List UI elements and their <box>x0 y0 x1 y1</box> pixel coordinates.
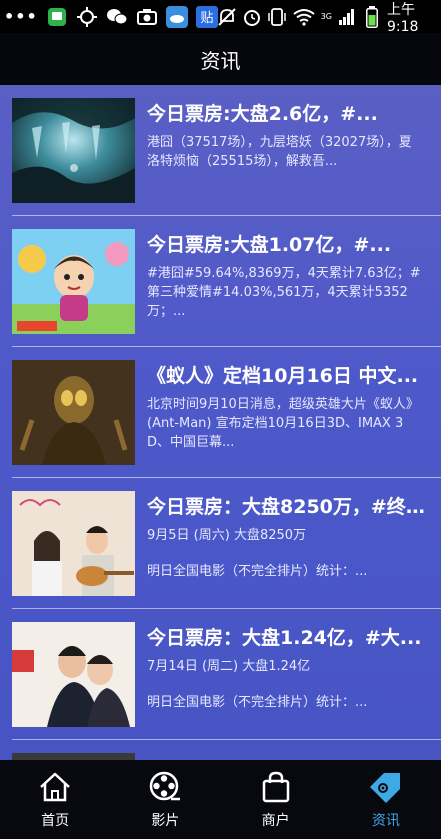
home-icon <box>38 770 72 804</box>
news-date: 9月5日 (周六) 大盘8250万 <box>147 528 307 543</box>
news-title: 今日票房:大盘1.07亿，#... <box>147 234 392 256</box>
news-tag-icon <box>369 770 403 804</box>
news-item[interactable]: 今日票房:大盘1.07亿，#... #港囧#59.64%,8369万，4天累计7… <box>12 216 441 347</box>
tab-films[interactable]: 影片 <box>110 760 220 839</box>
news-summary: 明日全国电影（不完全排片）统计：... <box>147 564 368 579</box>
tab-merchants[interactable]: 商户 <box>221 760 331 839</box>
news-thumbnail <box>12 622 135 727</box>
overflow-dots: ••• <box>4 7 38 26</box>
tab-label: 商户 <box>261 812 290 829</box>
wechat-icon <box>106 6 128 28</box>
page-title: 资讯 <box>200 48 241 73</box>
tab-home[interactable]: 首页 <box>0 760 110 839</box>
news-summary: 北京时间9月10日消息，超级英雄大片《蚁人》(Ant-Man) 宣布定档10月1… <box>147 397 419 450</box>
film-reel-icon <box>148 770 182 804</box>
mute-icon <box>218 6 237 28</box>
signal-strength-icon <box>338 6 357 28</box>
tab-label: 影片 <box>151 812 180 829</box>
alarm-icon <box>242 6 262 28</box>
news-item[interactable]: 今日票房：大盘8250万，#终... 9月5日 (周六) 大盘8250万 明日全… <box>12 478 441 609</box>
news-item[interactable] <box>12 740 441 760</box>
tab-label: 资讯 <box>371 812 400 829</box>
camera-icon <box>136 6 158 28</box>
weather-icon <box>165 5 188 28</box>
news-item[interactable]: 今日票房:大盘2.6亿，#... 港囧（37517场），九层塔妖（32027场）… <box>12 85 441 216</box>
news-item[interactable]: 今日票房：大盘1.24亿，#大... 7月14日 (周二) 大盘1.24亿 明日… <box>12 609 441 740</box>
app-notification-icon <box>46 6 68 28</box>
news-summary: 港囧（37517场），九层塔妖（32027场），夏洛特烦恼（25515场），解救… <box>147 135 412 169</box>
news-thumbnail <box>12 491 135 596</box>
page-title-bar: 资讯 <box>0 33 441 85</box>
svg-text:贴: 贴 <box>200 11 213 26</box>
news-thumbnail <box>12 360 135 465</box>
network-type-label: 3G <box>320 12 332 21</box>
news-title: 《蚁人》定档10月16日 中文... <box>147 365 419 387</box>
news-summary: 明日全国电影（不完全排片）统计：... <box>147 695 368 710</box>
battery-icon <box>362 5 381 28</box>
news-date: 7月14日 (周二) 大盘1.24亿 <box>147 659 311 674</box>
tab-news[interactable]: 资讯 <box>331 760 441 839</box>
status-bar: ••• 贴 3G 上午9:18 <box>0 0 441 35</box>
news-title: 今日票房：大盘8250万，#终... <box>147 496 427 518</box>
shopping-bag-icon <box>259 770 293 804</box>
vibrate-icon <box>268 6 287 28</box>
bottom-tab-bar: 首页 影片 商户 资讯 <box>0 760 441 839</box>
news-title: 今日票房:大盘2.6亿，#... <box>147 103 378 125</box>
news-item[interactable]: 《蚁人》定档10月16日 中文... 北京时间9月10日消息，超级英雄大片《蚁人… <box>12 347 441 478</box>
status-time: 上午9:18 <box>386 1 419 35</box>
news-thumbnail <box>12 229 135 334</box>
news-thumbnail <box>12 98 135 203</box>
news-list[interactable]: 今日票房:大盘2.6亿，#... 港囧（37517场），九层塔妖（32027场）… <box>0 85 441 760</box>
gps-icon <box>76 6 98 28</box>
wifi-icon <box>293 6 315 28</box>
tab-label: 首页 <box>41 812 70 829</box>
tieba-icon: 贴 <box>195 5 218 28</box>
news-summary: #港囧#59.64%,8369万，4天累计7.63亿；#第三种爱情#14.03%… <box>147 266 421 319</box>
news-thumbnail <box>12 753 135 760</box>
news-title: 今日票房：大盘1.24亿，#大... <box>147 627 422 649</box>
